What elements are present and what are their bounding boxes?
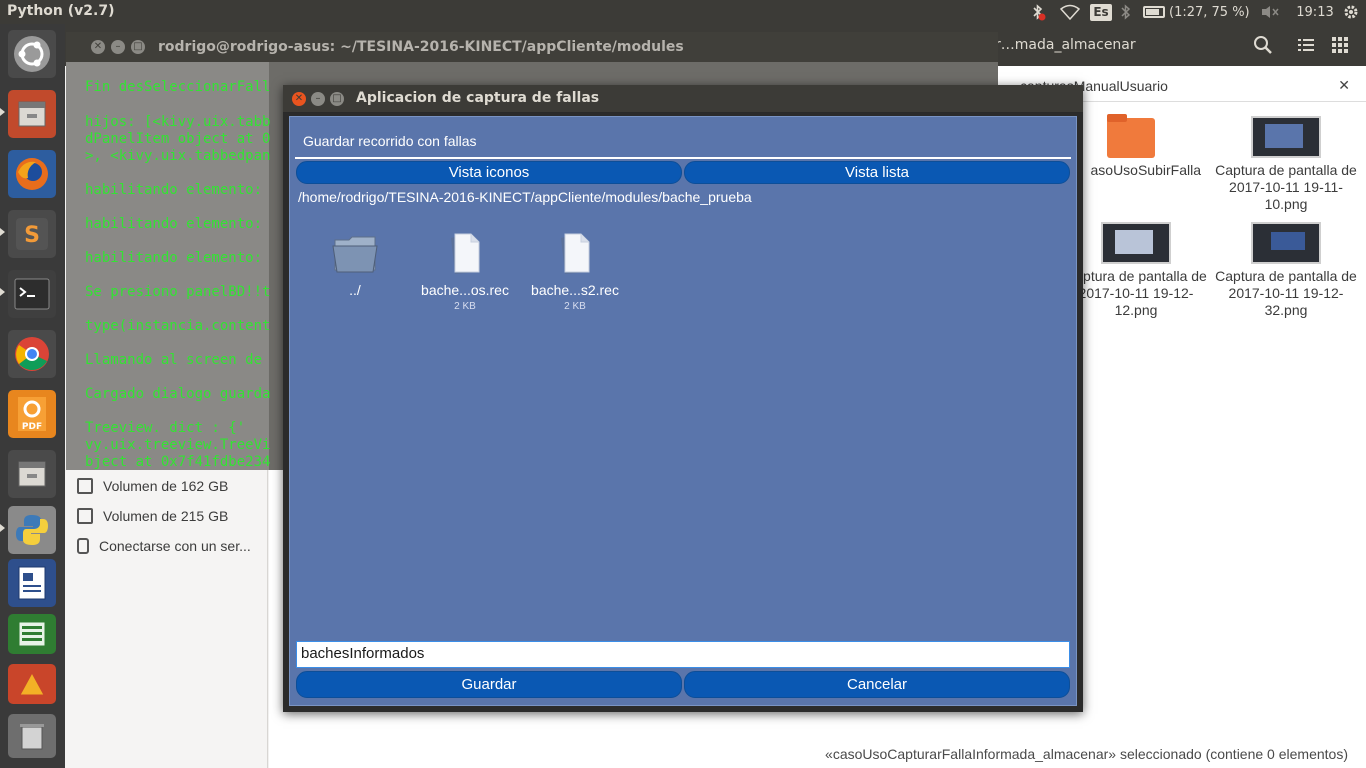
sublime-text-launcher[interactable]: S [8,210,56,258]
view-list-button[interactable]: Vista lista [684,161,1070,184]
minimize-icon[interactable]: – [311,92,325,106]
list-view-icon[interactable] [1297,36,1321,58]
top-panel: Python (v2.7) Es (1:27, 75 %) 19:13 [0,0,1366,24]
battery-indicator[interactable]: (1:27, 75 %) [1143,0,1253,24]
filename-input[interactable]: bachesInformados [296,641,1070,668]
file-entry[interactable]: bache...s2.rec 2 KB [525,230,625,312]
file-item[interactable]: Captura de pantalla de 2017-10-11 19-12-… [1065,222,1207,319]
file-manager-title-fragment: r…mada_almacenar [995,37,1136,53]
close-icon[interactable]: ✕ [91,40,105,54]
file-item[interactable]: Captura de pantalla de 2017-10-11 19-11-… [1215,116,1357,213]
save-dialog-body: Guardar recorrido con fallas Vista icono… [289,116,1077,706]
chrome-launcher[interactable] [8,330,56,378]
terminal-launcher[interactable] [8,270,56,318]
terminal-line: dPanelItem object at 0 [85,131,271,147]
clock[interactable]: 19:13 [1290,0,1340,24]
close-icon[interactable]: ✕ [1338,78,1350,94]
svg-text:PDF: PDF [22,422,42,432]
wifi-icon[interactable] [1058,0,1082,24]
volume-muted-icon[interactable] [1260,0,1280,24]
terminal-line: Fin desSeleccionarFall [85,79,271,95]
terminal-line: Cargado dialogo guarda [85,386,271,402]
launcher: S PDF [0,24,65,768]
terminal-line: type(instancia.content [85,318,271,334]
ubuntu-dash-button[interactable] [8,30,56,78]
drive-icon [77,478,93,494]
active-app-title: Python (v2.7) [7,3,115,19]
running-indicator [0,288,5,296]
dialog-window-title: Aplicacion de captura de fallas [356,90,600,106]
files-launcher-2[interactable] [8,450,56,498]
file-item[interactable]: Captura de pantalla de 2017-10-11 19-12-… [1215,222,1357,319]
python-launcher[interactable] [8,506,56,554]
svg-text:S: S [24,223,40,248]
bluetooth-disabled-icon[interactable] [1028,0,1048,24]
server-icon [77,538,89,554]
terminal-line: >, <kivy.uix.tabbedpan [85,148,271,164]
maximize-icon[interactable]: □ [330,92,344,106]
document-icon [441,230,489,276]
firefox-launcher[interactable] [8,150,56,198]
terminal-line: habilitando elemento: [85,250,263,266]
terminal-line: Treeview. dict : {' [85,420,246,436]
files-launcher[interactable] [8,90,56,138]
view-icons-button[interactable]: Vista iconos [296,161,682,184]
current-path: /home/rodrigo/TESINA-2016-KINECT/appClie… [298,189,752,205]
terminal-line: bject at 0x7f41fdbe234 [85,454,271,470]
folder-icon [331,230,379,276]
running-indicator [0,108,5,116]
writer-launcher[interactable] [8,614,56,654]
folder-icon [1107,114,1155,158]
screenshot-thumbnail [1101,222,1171,264]
screenshot-thumbnail [1251,222,1321,264]
minimize-icon[interactable]: – [111,40,125,54]
heading-separator [295,157,1071,159]
battery-text: (1:27, 75 %) [1169,4,1250,20]
keyboard-layout-indicator[interactable]: Es [1090,0,1112,24]
capture-dialog-window: ✕ – □ Aplicacion de captura de fallas Gu… [283,85,1083,712]
battery-icon [1143,6,1165,18]
pdf-editor-launcher[interactable]: PDF [8,390,56,438]
running-indicator [0,524,5,532]
terminal-line: Se presiono panelBD!!t [85,284,271,300]
terminal-titlebar: ✕ – □ rodrigo@rodrigo-asus: ~/TESINA-201… [66,32,998,62]
status-bar: «casoUsoCapturarFallaInformada_almacenar… [825,746,1348,762]
bluetooth-icon[interactable] [1118,0,1134,24]
screenshot-thumbnail [1251,116,1321,158]
drive-icon [77,508,93,524]
terminal-line: habilitando elemento: [85,182,263,198]
file-entry[interactable]: bache...os.rec 2 KB [415,230,515,312]
trash-launcher[interactable] [8,714,56,758]
document-icon [551,230,599,276]
folder-item[interactable]: asoUsoSubirFalla [1075,114,1203,179]
grid-view-icon[interactable] [1331,36,1355,58]
file-entry-parent[interactable]: ../ [305,230,405,298]
maximize-icon[interactable]: □ [131,40,145,54]
terminal-line: habilitando elemento: [85,216,263,232]
document-viewer-launcher[interactable] [8,559,56,607]
terminal-title: rodrigo@rodrigo-asus: ~/TESINA-2016-KINE… [158,39,684,55]
dialog-titlebar: ✕ – □ Aplicacion de captura de fallas [283,85,1083,113]
terminal-line: Llamando al screen de [85,352,263,368]
gear-icon[interactable] [1340,0,1362,24]
save-button[interactable]: Guardar [296,671,682,698]
close-icon[interactable]: ✕ [292,92,306,106]
sidebar-item-volume-162[interactable]: Volumen de 162 GB [65,471,268,501]
running-indicator [0,228,5,236]
impress-launcher[interactable] [8,664,56,704]
cancel-button[interactable]: Cancelar [684,671,1070,698]
sidebar-item-connect-server[interactable]: Conectarse con un ser... [65,531,268,561]
terminal-line: vy.uix.treeview.TreeVi [85,437,271,453]
dialog-heading: Guardar recorrido con fallas [303,133,477,149]
sidebar-item-volume-215[interactable]: Volumen de 215 GB [65,501,268,531]
search-icon[interactable] [1253,35,1277,57]
terminal-line: hijos: [<kivy.uix.tabb [85,114,271,130]
